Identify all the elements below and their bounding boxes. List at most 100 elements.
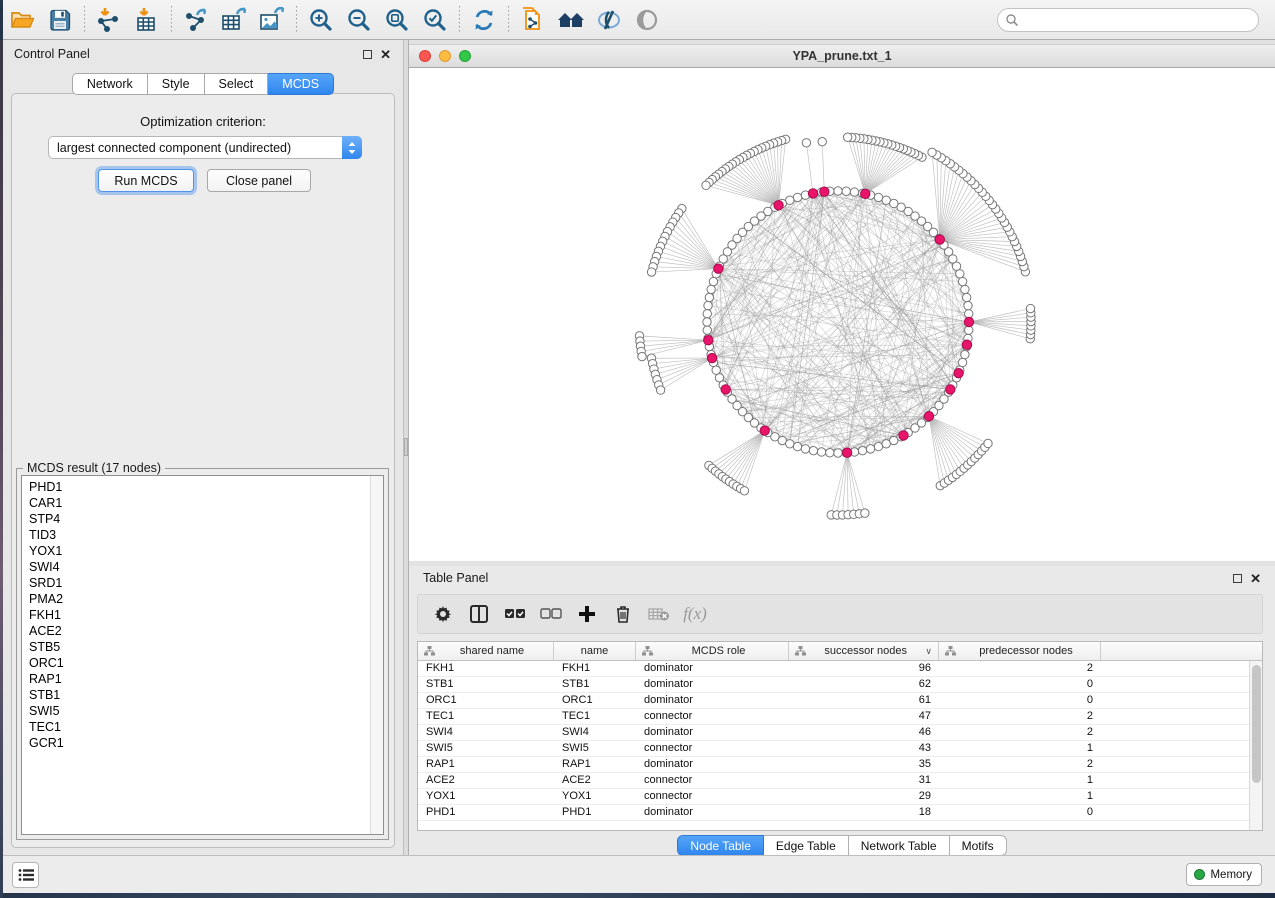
open-folder-icon — [9, 8, 35, 32]
mcds-result-item[interactable]: STP4 — [22, 511, 383, 527]
network-from-selection-button[interactable] — [514, 3, 552, 37]
run-mcds-button[interactable]: Run MCDS — [98, 169, 194, 192]
search-input[interactable] — [1019, 10, 1258, 30]
tab-motifs[interactable]: Motifs — [950, 835, 1007, 856]
column-header-predecessor-nodes[interactable]: predecessor nodes — [939, 642, 1101, 660]
zoom-selected-button[interactable] — [416, 3, 454, 37]
select-all-button[interactable] — [500, 599, 530, 629]
table-cell: ORC1 — [554, 693, 636, 708]
table-cell: ORC1 — [418, 693, 554, 708]
close-table-panel-icon[interactable]: ✕ — [1250, 574, 1261, 583]
table-row[interactable]: RAP1RAP1dominator352 — [418, 757, 1249, 773]
hide-graphics-button[interactable] — [590, 3, 628, 37]
tab-style[interactable]: Style — [148, 73, 205, 95]
toolbar-separator — [296, 6, 297, 34]
export-image-button[interactable] — [253, 3, 291, 37]
mcds-result-item[interactable]: PMA2 — [22, 591, 383, 607]
mcds-result-item[interactable]: RAP1 — [22, 671, 383, 687]
tab-network[interactable]: Network — [72, 73, 148, 95]
column-chooser-button[interactable] — [464, 599, 494, 629]
node-table-header: shared namenameMCDS rolesuccessor nodes∨… — [418, 642, 1262, 661]
table-panel: Table Panel ✕ — [409, 566, 1275, 855]
mcds-result-item[interactable]: TEC1 — [22, 719, 383, 735]
zoom-out-button[interactable] — [340, 3, 378, 37]
table-row[interactable]: ACE2ACE2connector311 — [418, 773, 1249, 789]
mcds-result-item[interactable]: STB1 — [22, 687, 383, 703]
zoom-selected-icon — [422, 7, 448, 33]
close-panel-icon[interactable]: ✕ — [380, 50, 391, 59]
close-panel-button[interactable]: Close panel — [207, 169, 311, 192]
mcds-result-item[interactable]: TID3 — [22, 527, 383, 543]
zoom-fit-button[interactable] — [378, 3, 416, 37]
table-cell: RAP1 — [554, 757, 636, 772]
show-graphics-button[interactable] — [628, 3, 666, 37]
plus-icon — [577, 604, 597, 624]
column-header-name[interactable]: name — [554, 642, 636, 660]
save-session-button[interactable] — [41, 3, 79, 37]
import-network-button[interactable] — [90, 3, 128, 37]
table-cell: connector — [636, 741, 789, 756]
tab-network-table[interactable]: Network Table — [849, 835, 950, 856]
mcds-result-item[interactable]: STB5 — [22, 639, 383, 655]
network-canvas[interactable] — [409, 68, 1275, 561]
splitter-grip[interactable] — [404, 438, 408, 456]
function-builder-button[interactable]: f(x) — [680, 599, 710, 629]
column-header-shared-name[interactable]: shared name — [418, 642, 554, 660]
unselect-all-button[interactable] — [536, 599, 566, 629]
mcds-result-item[interactable]: SWI5 — [22, 703, 383, 719]
table-row[interactable]: ORC1ORC1dominator610 — [418, 693, 1249, 709]
fx-icon: f(x) — [683, 604, 707, 624]
float-table-panel-icon[interactable] — [1233, 574, 1242, 583]
delete-column-button[interactable] — [608, 599, 638, 629]
table-scrollbar[interactable] — [1249, 661, 1262, 830]
tab-mcds[interactable]: MCDS — [268, 73, 334, 95]
table-cell: connector — [636, 709, 789, 724]
table-cell: 47 — [789, 709, 939, 724]
import-table-button[interactable] — [128, 3, 166, 37]
table-cell: 0 — [939, 805, 1101, 820]
mcds-result-item[interactable]: SRD1 — [22, 575, 383, 591]
refresh-button[interactable] — [465, 3, 503, 37]
mcds-result-item[interactable]: SWI4 — [22, 559, 383, 575]
mcds-result-item[interactable]: YOX1 — [22, 543, 383, 559]
tab-select[interactable]: Select — [205, 73, 269, 95]
table-row[interactable]: SWI4SWI4dominator462 — [418, 725, 1249, 741]
table-row[interactable]: PHD1PHD1dominator180 — [418, 805, 1249, 821]
table-row[interactable]: SWI5SWI5connector431 — [418, 741, 1249, 757]
tab-edge-table[interactable]: Edge Table — [764, 835, 849, 856]
column-header-MCDS-role[interactable]: MCDS role — [636, 642, 789, 660]
delete-table-button[interactable] — [644, 599, 674, 629]
table-cell: TEC1 — [554, 709, 636, 724]
zoom-in-button[interactable] — [302, 3, 340, 37]
mcds-result-item[interactable]: ORC1 — [22, 655, 383, 671]
table-row[interactable]: YOX1YOX1connector291 — [418, 789, 1249, 805]
memory-status-icon — [1194, 869, 1205, 880]
table-row[interactable]: STB1STB1dominator620 — [418, 677, 1249, 693]
mcds-result-list[interactable]: PHD1CAR1STP4TID3YOX1SWI4SRD1PMA2FKH1ACE2… — [21, 475, 384, 835]
optimization-criterion-select[interactable]: largest connected component (undirected) — [48, 136, 362, 159]
float-panel-icon[interactable] — [363, 50, 372, 59]
mcds-result-item[interactable]: FKH1 — [22, 607, 383, 623]
search-field[interactable] — [997, 8, 1259, 32]
table-row[interactable]: FKH1FKH1dominator962 — [418, 661, 1249, 677]
mcds-result-item[interactable]: PHD1 — [22, 479, 383, 495]
import-network-icon — [95, 7, 123, 33]
node-table-body[interactable]: FKH1FKH1dominator962STB1STB1dominator620… — [418, 661, 1249, 830]
add-column-button[interactable] — [572, 599, 602, 629]
export-network-button[interactable] — [177, 3, 215, 37]
export-table-button[interactable] — [215, 3, 253, 37]
mcds-result-item[interactable]: GCR1 — [22, 735, 383, 751]
mcds-list-scrollbar[interactable] — [370, 476, 383, 834]
control-panel: Control Panel ✕ NetworkStyleSelectMCDS O… — [3, 40, 403, 855]
memory-button[interactable]: Memory — [1186, 863, 1262, 886]
column-header-successor-nodes[interactable]: successor nodes∨ — [789, 642, 939, 660]
home-view-button[interactable] — [552, 3, 590, 37]
tab-node-table[interactable]: Node Table — [677, 835, 764, 856]
show-panels-button[interactable] — [12, 862, 39, 888]
mcds-result-item[interactable]: ACE2 — [22, 623, 383, 639]
table-scrollbar-thumb[interactable] — [1252, 665, 1261, 783]
mcds-result-item[interactable]: CAR1 — [22, 495, 383, 511]
table-row[interactable]: TEC1TEC1connector472 — [418, 709, 1249, 725]
open-folder-button[interactable] — [3, 3, 41, 37]
table-settings-button[interactable] — [428, 599, 458, 629]
